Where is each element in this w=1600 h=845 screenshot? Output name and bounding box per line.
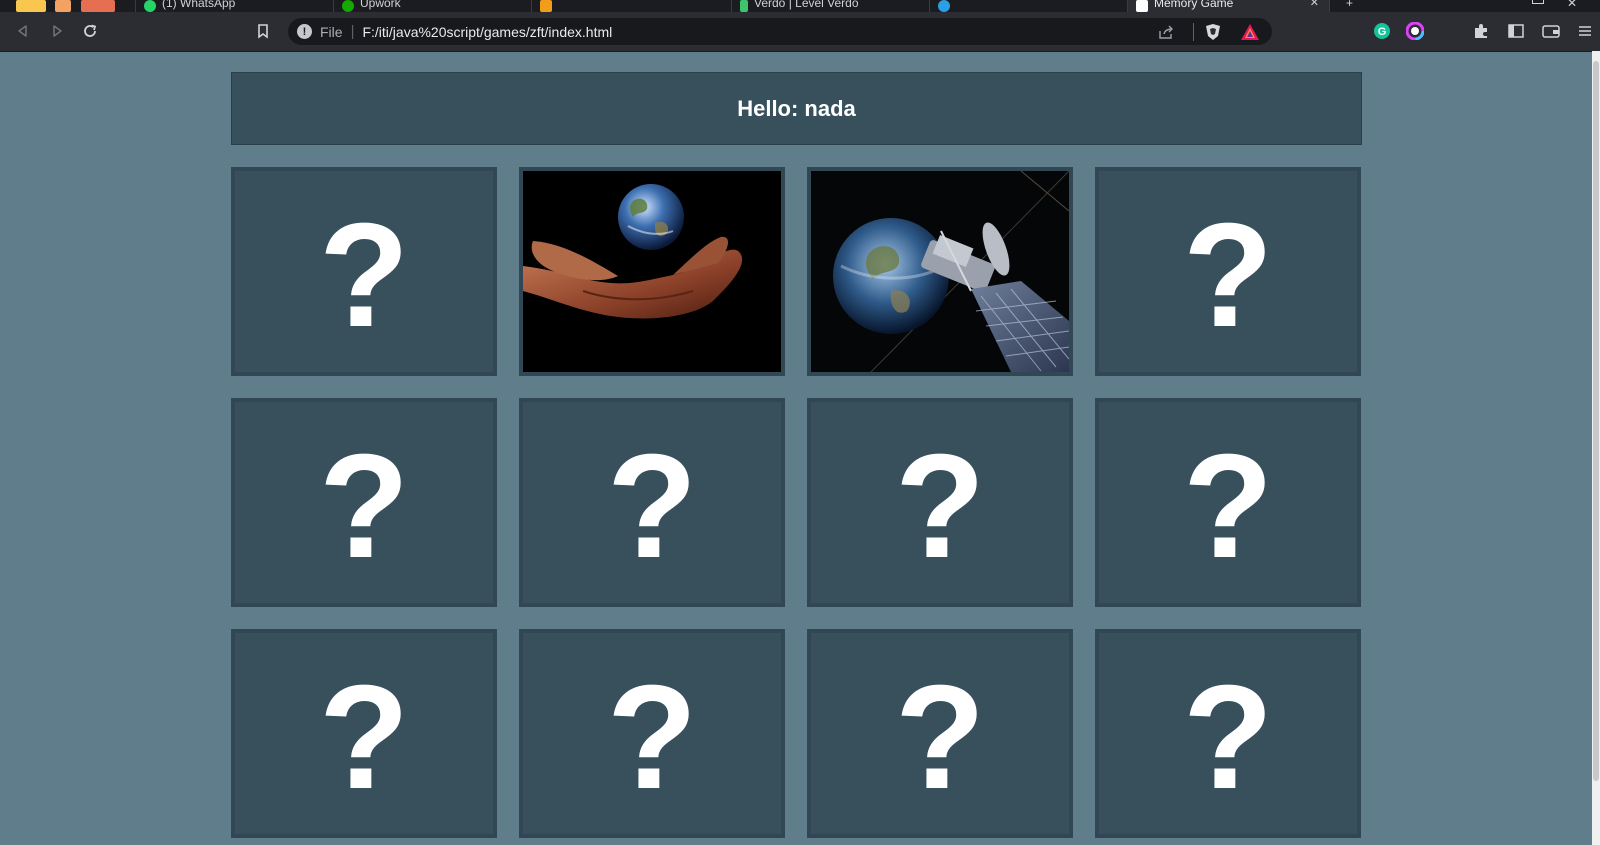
memory-card[interactable]: ? xyxy=(519,398,785,607)
memory-card-earth-in-hands[interactable] xyxy=(519,167,785,376)
tab-whatsapp[interactable]: (1) WhatsApp xyxy=(136,0,334,12)
wallet-button[interactable] xyxy=(1538,18,1564,44)
memory-card[interactable]: ? xyxy=(1095,398,1361,607)
menu-button[interactable] xyxy=(1572,18,1598,44)
pinned-tab-icon xyxy=(55,0,72,12)
address-url[interactable]: F:/iti/java%20script/games/zft/index.htm… xyxy=(362,24,612,40)
memory-card-satellite[interactable] xyxy=(807,167,1073,376)
pinned-tab-icon xyxy=(80,0,115,12)
scrollbar-thumb[interactable] xyxy=(1593,61,1599,781)
address-scheme: File xyxy=(320,23,343,40)
tab-label: Memory Game xyxy=(1154,0,1234,10)
tab-5[interactable] xyxy=(930,0,1128,12)
color-extension[interactable] xyxy=(1402,18,1428,44)
tab-label: Upwork xyxy=(360,0,401,10)
page-scrollbar[interactable] xyxy=(1592,51,1600,845)
wallet-icon xyxy=(1542,25,1560,38)
address-bar[interactable]: ! File | F:/iti/java%20script/games/zft/… xyxy=(288,18,1272,45)
question-mark: ? xyxy=(1182,654,1274,820)
verdo-icon xyxy=(740,0,748,12)
question-mark: ? xyxy=(318,654,410,820)
reload-button[interactable] xyxy=(77,18,103,44)
tab-favicon xyxy=(540,0,552,12)
share-icon[interactable] xyxy=(1157,24,1175,40)
tab-verdo[interactable]: Verdo | Level Verdo xyxy=(732,0,930,12)
sidebar-icon xyxy=(1508,24,1524,38)
grammarly-extension[interactable]: G xyxy=(1369,18,1395,44)
memory-card[interactable]: ? xyxy=(807,398,1073,607)
tab-strip: (1) WhatsApp Upwork Verdo | Level Verdo … xyxy=(0,0,1600,12)
tab-memory-game[interactable]: Memory Game ✕ xyxy=(1128,0,1330,12)
greeting-text: Hello: nada xyxy=(737,95,856,121)
memory-card-grid: ? ? ? ? ? ? ? ? ? ? xyxy=(231,167,1362,838)
color-wheel-icon xyxy=(1406,22,1424,40)
memory-card[interactable]: ? xyxy=(1095,629,1361,838)
tab-3[interactable] xyxy=(532,0,732,12)
question-mark: ? xyxy=(894,654,986,820)
tab-label: (1) WhatsApp xyxy=(162,0,236,10)
question-mark: ? xyxy=(318,192,410,358)
reload-icon xyxy=(84,24,97,37)
tab-upwork[interactable]: Upwork xyxy=(334,0,532,12)
forward-button[interactable] xyxy=(44,18,70,44)
tab-label: Verdo | Level Verdo xyxy=(754,0,859,10)
address-separator: | xyxy=(350,23,355,40)
back-arrow-icon xyxy=(18,25,27,37)
tab-favicon xyxy=(938,0,950,12)
game-header: Hello: nada xyxy=(231,72,1362,145)
satellite-over-earth-image xyxy=(811,171,1069,372)
restore-window-icon[interactable] xyxy=(1532,0,1544,4)
memory-card[interactable]: ? xyxy=(1095,167,1361,376)
question-mark: ? xyxy=(1182,192,1274,358)
whatsapp-icon xyxy=(144,0,156,12)
question-mark: ? xyxy=(894,423,986,589)
memory-card[interactable]: ? xyxy=(519,629,785,838)
pinned-tabs[interactable] xyxy=(8,0,136,12)
memory-card[interactable]: ? xyxy=(231,629,497,838)
question-mark: ? xyxy=(606,423,698,589)
forward-arrow-icon xyxy=(53,25,62,37)
memory-card[interactable]: ? xyxy=(231,398,497,607)
extensions-button[interactable] xyxy=(1468,18,1494,44)
question-mark: ? xyxy=(606,654,698,820)
new-tab-icon[interactable]: + xyxy=(1346,0,1353,9)
hamburger-menu-icon xyxy=(1579,26,1591,36)
brave-rewards-icon[interactable] xyxy=(1240,23,1260,41)
memory-card[interactable]: ? xyxy=(807,629,1073,838)
grammarly-icon: G xyxy=(1374,23,1390,39)
close-window-icon[interactable]: ✕ xyxy=(1567,0,1577,10)
memory-card[interactable]: ? xyxy=(231,167,497,376)
toolbar-divider xyxy=(1193,22,1194,41)
close-tab-icon[interactable]: ✕ xyxy=(1310,0,1319,9)
brave-shields-icon[interactable] xyxy=(1204,23,1222,41)
earth-in-hands-image xyxy=(523,171,781,372)
puzzle-icon xyxy=(1475,24,1487,38)
pinned-tab-icon xyxy=(16,0,46,12)
sidebar-button[interactable] xyxy=(1503,18,1529,44)
upwork-icon xyxy=(342,0,354,12)
question-mark: ? xyxy=(318,423,410,589)
svg-text:G: G xyxy=(1378,26,1387,38)
page-icon xyxy=(1136,0,1148,12)
bookmark-icon xyxy=(258,24,268,39)
browser-toolbar: ! File | F:/iti/java%20script/games/zft/… xyxy=(0,12,1600,52)
info-icon[interactable]: ! xyxy=(297,24,312,39)
address-actions xyxy=(1157,21,1260,42)
bookmark-button[interactable] xyxy=(250,18,276,44)
back-button[interactable] xyxy=(10,18,36,44)
question-mark: ? xyxy=(1182,423,1274,589)
